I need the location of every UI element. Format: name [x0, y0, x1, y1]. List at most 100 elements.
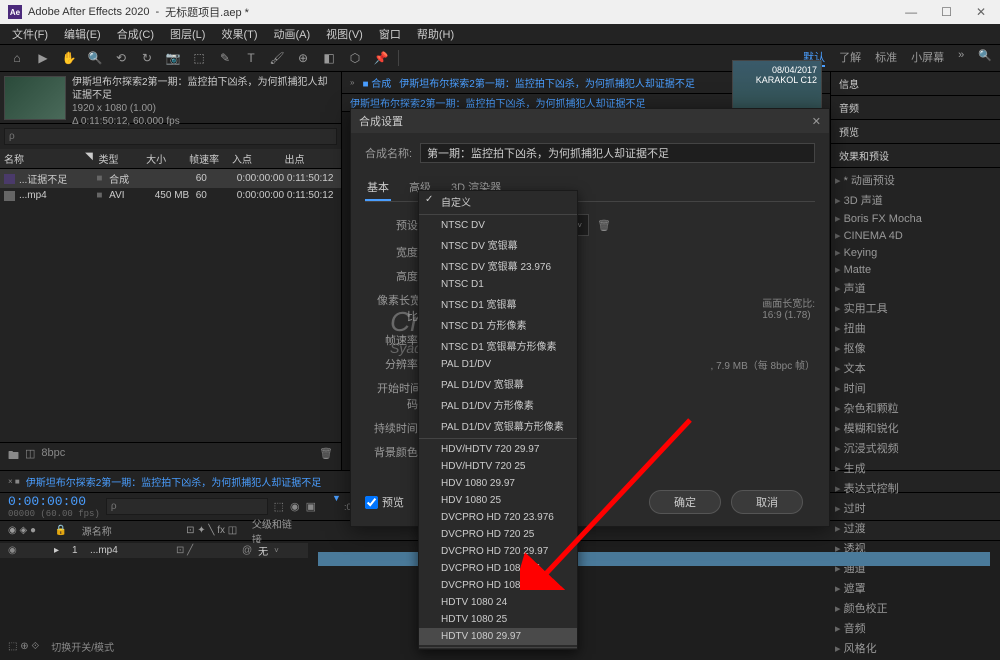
trash-icon[interactable]: 🗑 — [597, 219, 611, 232]
preview-checkbox[interactable] — [365, 496, 378, 509]
effect-category[interactable]: 实用工具 — [831, 298, 1000, 318]
tl-icon[interactable]: ▣ — [306, 500, 316, 513]
zoom-tool-icon[interactable]: 🔍 — [86, 49, 104, 67]
preset-option[interactable]: 自定义 — [419, 191, 577, 212]
menu-view[interactable]: 视图(V) — [320, 24, 369, 44]
effect-category[interactable]: 声道 — [831, 278, 1000, 298]
preset-option[interactable]: DVCPRO HD 720 23.976 — [419, 509, 577, 526]
menu-file[interactable]: 文件(F) — [6, 24, 54, 44]
maximize-button[interactable]: ☐ — [935, 3, 958, 21]
table-row[interactable]: ...mp4 ■ AVI 450 MB 60 0:00:00:00 0:11:5… — [0, 188, 341, 203]
workspace-standard[interactable]: 标准 — [875, 49, 897, 67]
menu-anim[interactable]: 动画(A) — [268, 24, 317, 44]
effect-category[interactable]: 3D 声道 — [831, 190, 1000, 210]
workspace-learn[interactable]: 了解 — [839, 49, 861, 67]
effect-category[interactable]: 风格化 — [831, 638, 1000, 658]
effect-category[interactable]: Keying — [831, 244, 1000, 261]
search-help-icon[interactable]: 🔍 — [978, 49, 992, 67]
preset-option[interactable]: HDTV 1080 24 — [419, 594, 577, 611]
preset-option[interactable]: NTSC D1 宽银幕方形像素 — [419, 335, 577, 356]
workspace-more-icon[interactable]: » — [958, 49, 964, 67]
layer-parent[interactable]: 无 — [258, 543, 268, 558]
preset-option[interactable]: HDV/HDTV 720 29.97 — [419, 441, 577, 458]
preset-option[interactable]: HDV 1080 29.97 — [419, 475, 577, 492]
select-tool-icon[interactable]: ▶ — [34, 49, 52, 67]
preset-option[interactable]: DVCPRO HD 1080 29.97 — [419, 577, 577, 594]
audio-panel-title[interactable]: 音频 — [831, 96, 1000, 120]
preset-option[interactable]: NTSC DV 宽银幕 — [419, 234, 577, 255]
effect-category[interactable]: 时间 — [831, 378, 1000, 398]
new-comp-icon[interactable]: ◫ — [25, 447, 35, 466]
comp-name-input[interactable] — [420, 143, 815, 163]
minimize-button[interactable]: — — [899, 3, 923, 21]
bpc-toggle[interactable]: 8bpc — [41, 447, 65, 466]
preset-option[interactable]: PAL D1/DV 宽银幕方形像素 — [419, 415, 577, 436]
effect-category[interactable]: 生成 — [831, 458, 1000, 478]
col-parent[interactable]: 父级和链接 — [252, 516, 300, 546]
trash-icon[interactable]: 🗑 — [319, 447, 333, 466]
tl-icon[interactable]: ⬚ — [274, 500, 284, 513]
current-timecode[interactable]: 0:00:00:00 — [8, 494, 100, 509]
menu-window[interactable]: 窗口 — [373, 24, 407, 44]
preset-option[interactable]: HDTV 1080 29.97 — [419, 628, 577, 645]
comp-tab[interactable]: 伊斯坦布尔探索2第一期：监控拍下凶杀，为何抓捕犯人却证据不足 — [399, 75, 695, 90]
effect-category[interactable]: 杂色和颗粒 — [831, 398, 1000, 418]
preset-option[interactable]: HDV 1080 25 — [419, 492, 577, 509]
workspace-small[interactable]: 小屏幕 — [911, 49, 944, 67]
new-bin-icon[interactable]: 🖿 — [8, 447, 19, 466]
preset-option[interactable]: NTSC D1 宽银幕 — [419, 293, 577, 314]
camera-tool-icon[interactable]: 📷 — [164, 49, 182, 67]
preset-option[interactable]: DVCPRO HD 720 29.97 — [419, 543, 577, 560]
preset-option[interactable]: DVCPRO HD 1080 25 — [419, 560, 577, 577]
effect-category[interactable]: 抠像 — [831, 338, 1000, 358]
chevron-icon[interactable]: » — [350, 78, 354, 87]
effect-category[interactable]: Matte — [831, 261, 1000, 278]
preset-option[interactable]: NTSC D1 — [419, 276, 577, 293]
timeline-search-input[interactable] — [106, 498, 268, 515]
effect-category[interactable]: 扭曲 — [831, 318, 1000, 338]
menu-comp[interactable]: 合成(C) — [111, 24, 160, 44]
preset-option[interactable]: PAL D1/DV 宽银幕 — [419, 373, 577, 394]
toggle-switches[interactable]: 切换开关/模式 — [51, 639, 114, 654]
text-tool-icon[interactable]: T — [242, 49, 260, 67]
pen-tool-icon[interactable]: ✎ — [216, 49, 234, 67]
preview-panel-title[interactable]: 预览 — [831, 120, 1000, 144]
cancel-button[interactable]: 取消 — [731, 490, 803, 514]
pan-tool-icon[interactable]: ⬚ — [190, 49, 208, 67]
preset-option[interactable]: NTSC D1 方形像素 — [419, 314, 577, 335]
effect-category[interactable]: 音频 — [831, 618, 1000, 638]
project-search-input[interactable] — [4, 128, 337, 145]
tl-icon[interactable]: ◉ — [290, 500, 300, 513]
effects-panel-title[interactable]: 效果和预设 — [831, 144, 1000, 168]
comp-thumbnail[interactable] — [4, 76, 66, 120]
effect-category[interactable]: 沉浸式视频 — [831, 438, 1000, 458]
menu-help[interactable]: 帮助(H) — [411, 24, 460, 44]
preset-option[interactable]: PAL D1/DV — [419, 356, 577, 373]
timeline-tab[interactable]: 伊斯坦布尔探索2第一期：监控拍下凶杀，为何抓捕犯人却证据不足 — [26, 474, 322, 489]
preset-option[interactable]: NTSC DV — [419, 217, 577, 234]
stamp-tool-icon[interactable]: ⊕ — [294, 49, 312, 67]
close-button[interactable]: ✕ — [970, 3, 992, 21]
effect-category[interactable]: 颜色校正 — [831, 598, 1000, 618]
brush-tool-icon[interactable]: 🖌 — [268, 49, 286, 67]
close-icon[interactable]: ✕ — [812, 115, 821, 128]
home-icon[interactable]: ⌂ — [8, 49, 26, 67]
info-panel-title[interactable]: 信息 — [831, 72, 1000, 96]
effect-category[interactable]: CINEMA 4D — [831, 227, 1000, 244]
rotate-tool-icon[interactable]: ↻ — [138, 49, 156, 67]
table-row[interactable]: ...证据不足 ■ 合成 60 0:00:00:00 0:11:50:12 — [0, 169, 341, 188]
menu-layer[interactable]: 图层(L) — [164, 24, 211, 44]
effect-category[interactable]: 模糊和锐化 — [831, 418, 1000, 438]
roto-tool-icon[interactable]: ⬡ — [346, 49, 364, 67]
orbit-tool-icon[interactable]: ⟲ — [112, 49, 130, 67]
menu-edit[interactable]: 编辑(E) — [58, 24, 107, 44]
tab-basic[interactable]: 基本 — [365, 175, 391, 201]
effect-category[interactable]: Boris FX Mocha — [831, 210, 1000, 227]
chevron-icon[interactable]: × ■ — [8, 477, 20, 486]
effect-category[interactable]: 过渡 — [831, 518, 1000, 538]
puppet-tool-icon[interactable]: 📌 — [372, 49, 390, 67]
menu-effect[interactable]: 效果(T) — [215, 24, 263, 44]
effect-category[interactable]: 文本 — [831, 358, 1000, 378]
preset-option[interactable]: HDV/HDTV 720 25 — [419, 458, 577, 475]
effect-category[interactable]: * 动画预设 — [831, 170, 1000, 190]
